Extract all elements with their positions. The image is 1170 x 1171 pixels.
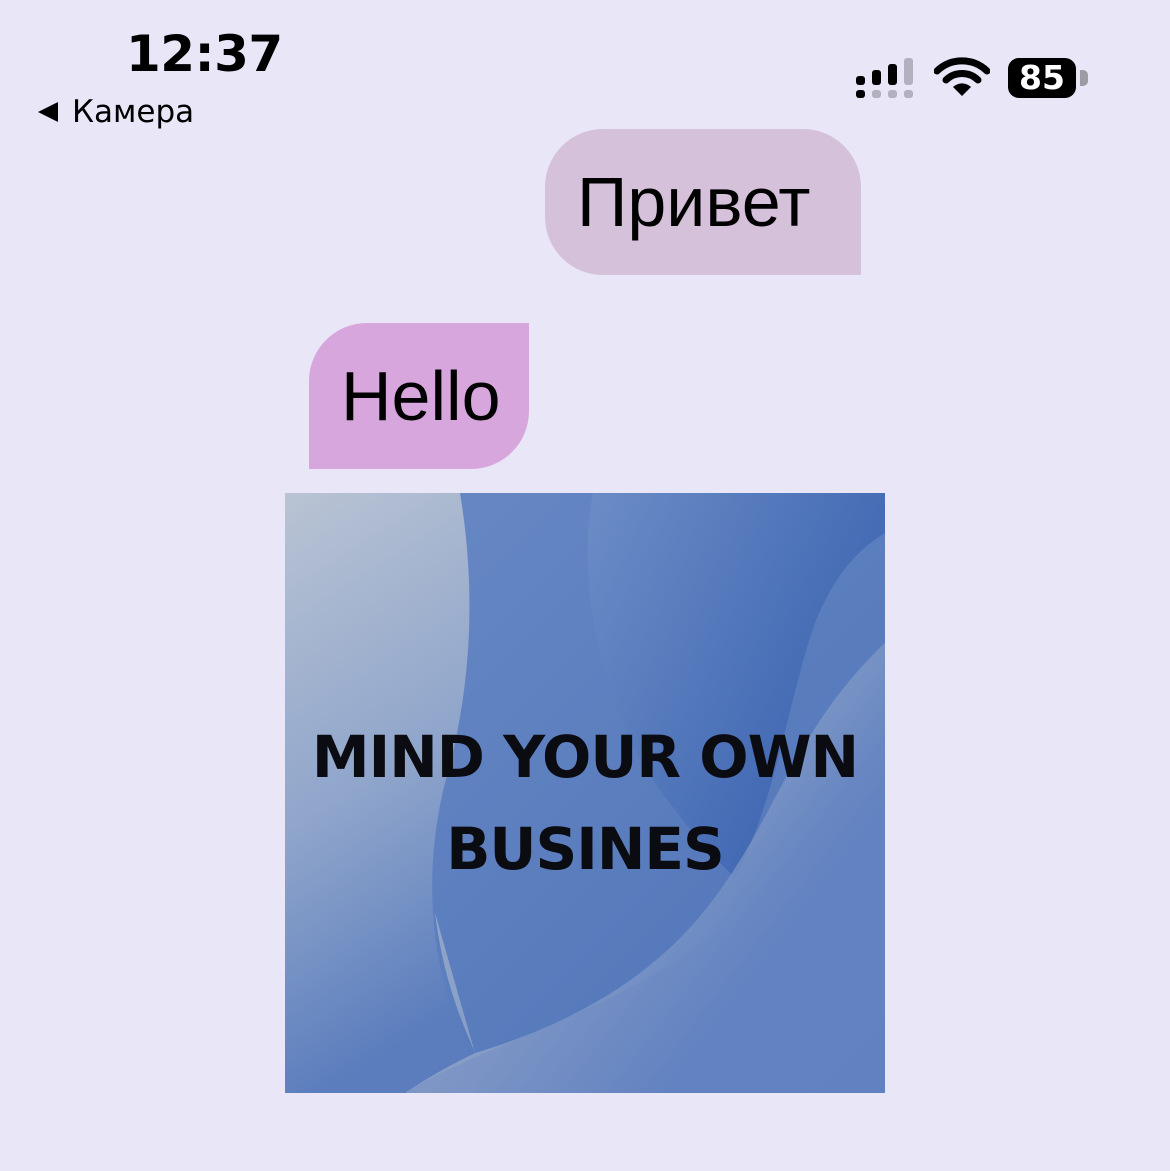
- back-link-label: Камера: [72, 94, 195, 130]
- message-text: Hello: [341, 357, 501, 435]
- image-message[interactable]: MIND YOUR OWN BUSINES: [285, 493, 885, 1093]
- signal-bars-icon: [856, 58, 913, 98]
- message-text: Привет: [577, 163, 811, 241]
- back-to-camera-link[interactable]: Камера: [38, 93, 194, 131]
- wifi-icon: [934, 57, 990, 96]
- image-caption: MIND YOUR OWN BUSINES: [311, 723, 859, 883]
- battery-level: 85: [1019, 58, 1065, 97]
- back-arrow-icon: [38, 102, 58, 122]
- message-bubble-sent[interactable]: Привет: [545, 129, 861, 275]
- battery-icon: 85: [1008, 58, 1076, 98]
- battery-cap: [1080, 70, 1088, 86]
- status-time: 12:37: [126, 25, 283, 83]
- message-bubble-received[interactable]: Hello: [309, 323, 529, 469]
